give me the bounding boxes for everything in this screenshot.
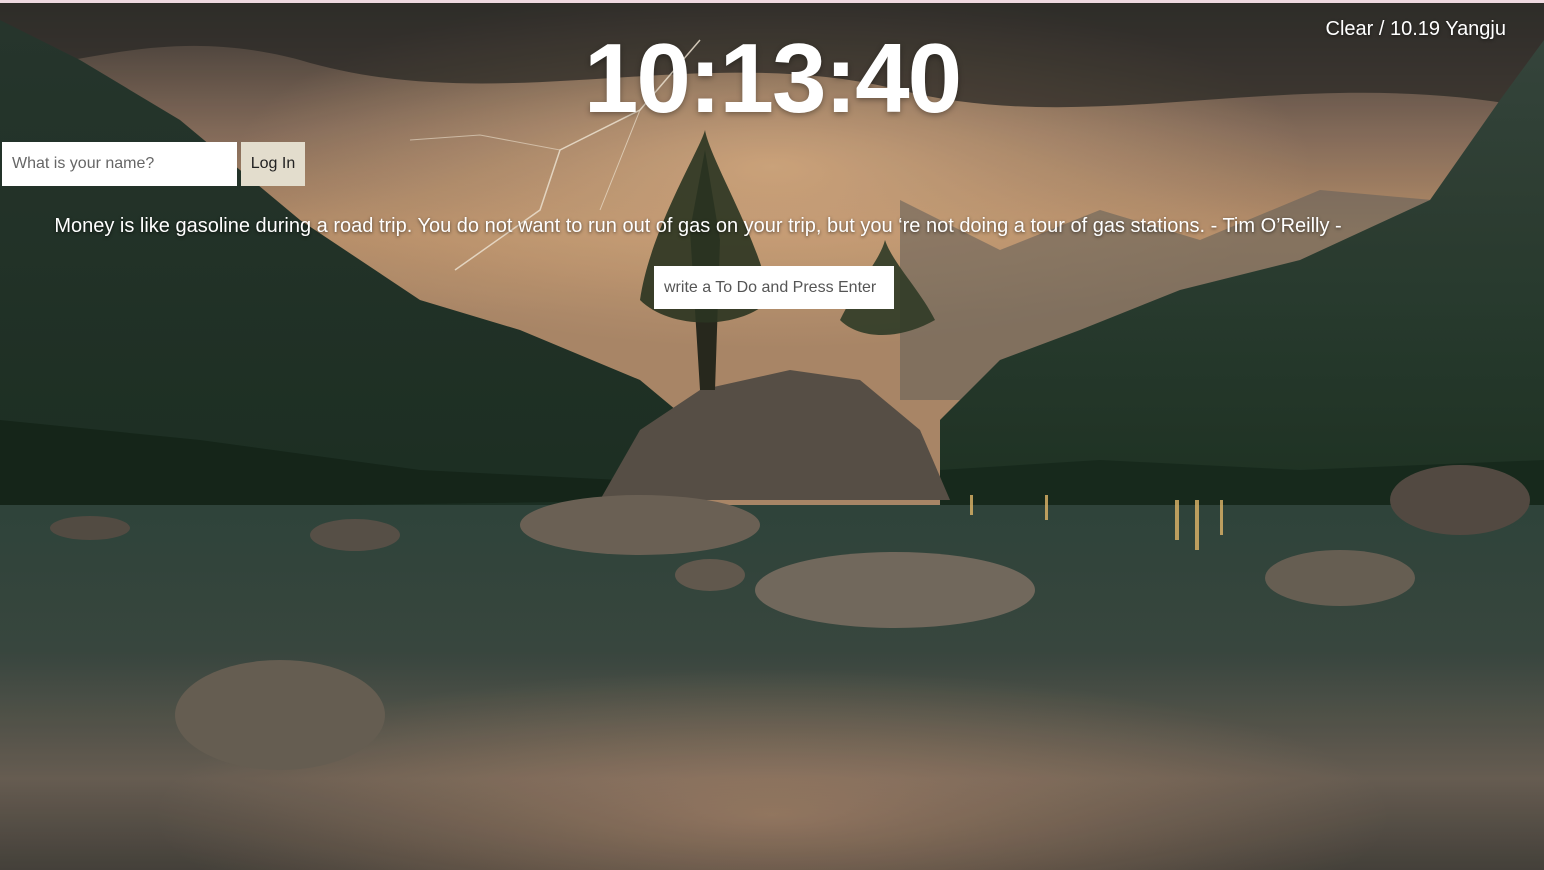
login-form: Log In bbox=[2, 142, 305, 186]
name-input[interactable] bbox=[2, 142, 237, 186]
todo-input[interactable] bbox=[654, 266, 894, 309]
clock: 10:13:40 bbox=[583, 23, 962, 133]
top-border bbox=[0, 0, 1544, 3]
login-button[interactable]: Log In bbox=[241, 142, 305, 186]
weather-info: Clear / 10.19 Yangju bbox=[1325, 18, 1507, 40]
quote-text: Money is like gasoline during a road tri… bbox=[54, 215, 1342, 237]
